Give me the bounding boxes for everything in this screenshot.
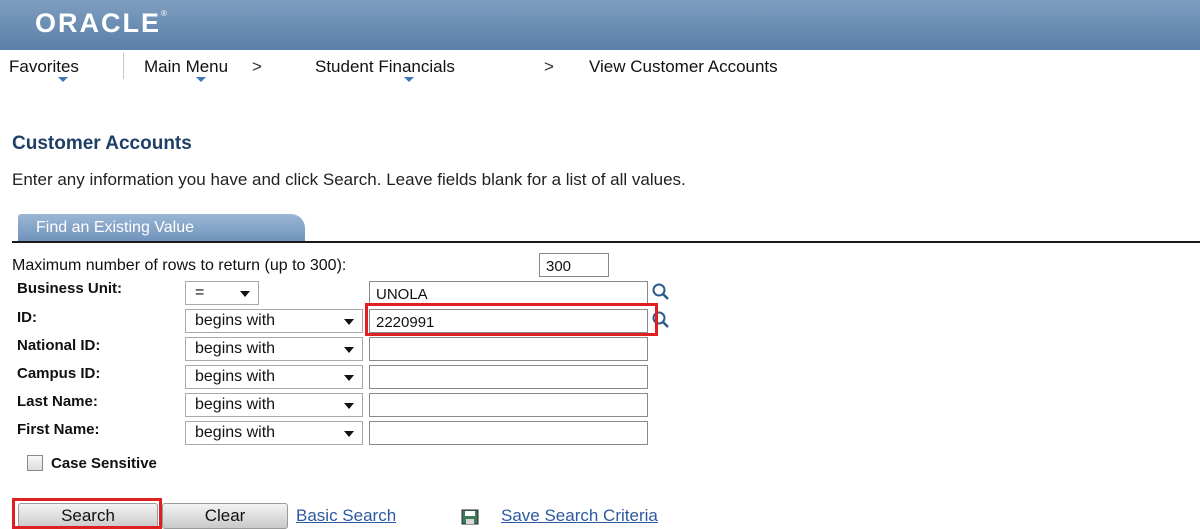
- oracle-logo: ORACLE®: [35, 8, 169, 38]
- campus-id-operator[interactable]: begins with: [185, 365, 363, 389]
- chevron-down-icon: [240, 291, 250, 297]
- nav-current-page: View Customer Accounts: [589, 57, 778, 76]
- first-name-label: First Name:: [17, 421, 100, 438]
- chevron-down-icon: [344, 431, 354, 437]
- business-unit-input[interactable]: [369, 281, 648, 305]
- nav-divider: [123, 53, 124, 79]
- save-search-criteria-link[interactable]: Save Search Criteria: [501, 506, 658, 526]
- national-id-operator[interactable]: begins with: [185, 337, 363, 361]
- favorites-dropdown-icon[interactable]: [58, 77, 68, 82]
- page-title: Customer Accounts: [12, 133, 192, 154]
- first-name-operator-value: begins with: [195, 424, 276, 441]
- campus-id-operator-value: begins with: [195, 368, 276, 385]
- last-name-operator[interactable]: begins with: [185, 393, 363, 417]
- search-button-highlight: [12, 498, 162, 529]
- chevron-down-icon: [344, 347, 354, 353]
- id-operator[interactable]: begins with: [185, 309, 363, 333]
- max-rows-label: Maximum number of rows to return (up to …: [12, 257, 347, 274]
- header-bar: ORACLE®: [0, 0, 1200, 50]
- national-id-input[interactable]: [369, 337, 648, 361]
- national-id-operator-value: begins with: [195, 340, 276, 357]
- campus-id-input[interactable]: [369, 365, 648, 389]
- first-name-operator[interactable]: begins with: [185, 421, 363, 445]
- business-unit-operator-value: =: [195, 284, 205, 301]
- clear-button[interactable]: Clear: [162, 503, 288, 529]
- chevron-down-icon: [344, 375, 354, 381]
- breadcrumb-separator: >: [544, 57, 554, 76]
- nav-main-menu[interactable]: Main Menu: [144, 57, 228, 77]
- save-icon[interactable]: [461, 509, 479, 525]
- breadcrumb: Favorites Main Menu > Student Financials…: [0, 50, 1200, 86]
- id-label: ID:: [17, 309, 37, 326]
- tab-find-existing-value[interactable]: Find an Existing Value: [18, 214, 305, 242]
- breadcrumb-separator: >: [252, 57, 262, 76]
- nav-favorites[interactable]: Favorites: [9, 57, 79, 77]
- main-menu-dropdown-icon[interactable]: [196, 77, 206, 82]
- chevron-down-icon: [344, 403, 354, 409]
- case-sensitive-checkbox[interactable]: [27, 455, 43, 471]
- case-sensitive-label: Case Sensitive: [51, 455, 157, 472]
- last-name-input[interactable]: [369, 393, 648, 417]
- tab-divider: [12, 241, 1200, 243]
- last-name-operator-value: begins with: [195, 396, 276, 413]
- basic-search-link[interactable]: Basic Search: [296, 506, 396, 526]
- chevron-down-icon: [344, 319, 354, 325]
- id-operator-value: begins with: [195, 312, 276, 329]
- national-id-label: National ID:: [17, 337, 101, 354]
- business-unit-lookup-icon[interactable]: [651, 282, 671, 302]
- last-name-label: Last Name:: [17, 393, 98, 410]
- id-input-highlight: [365, 303, 658, 336]
- student-financials-dropdown-icon[interactable]: [404, 77, 414, 82]
- first-name-input[interactable]: [369, 421, 648, 445]
- nav-student-financials[interactable]: Student Financials: [315, 57, 455, 77]
- max-rows-input[interactable]: [539, 253, 609, 277]
- business-unit-operator[interactable]: =: [185, 281, 259, 305]
- instructions-text: Enter any information you have and click…: [12, 170, 686, 189]
- campus-id-label: Campus ID:: [17, 365, 101, 382]
- business-unit-label: Business Unit:: [17, 280, 123, 297]
